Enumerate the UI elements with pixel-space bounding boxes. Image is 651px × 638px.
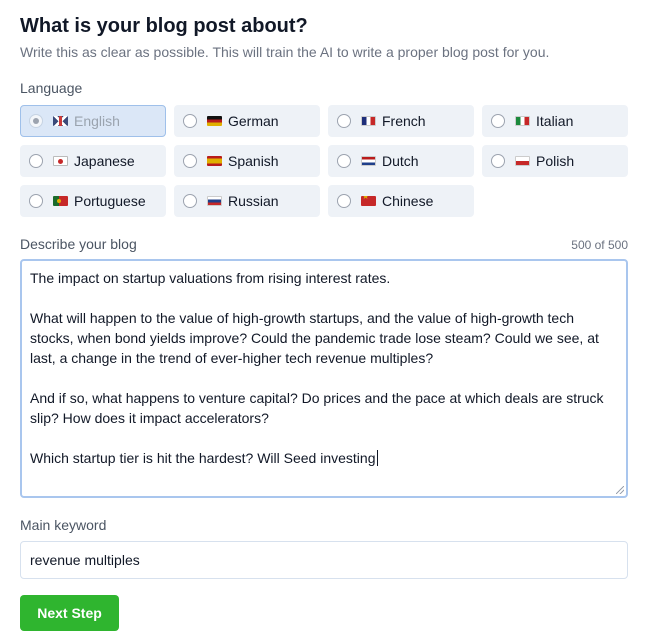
pl-flag-icon bbox=[515, 156, 530, 166]
language-option-japanese[interactable]: Japanese bbox=[20, 145, 166, 177]
language-options: English German French Italian Japanese S… bbox=[20, 105, 631, 217]
radio-icon[interactable] bbox=[337, 154, 351, 168]
radio-icon[interactable] bbox=[183, 194, 197, 208]
language-option-label: Italian bbox=[536, 113, 574, 129]
language-option-polish[interactable]: Polish bbox=[482, 145, 628, 177]
nl-flag-icon bbox=[361, 156, 376, 166]
language-option-english[interactable]: English bbox=[20, 105, 166, 137]
language-option-label: Russian bbox=[228, 193, 279, 209]
it-flag-icon bbox=[515, 116, 530, 126]
language-option-label: German bbox=[228, 113, 279, 129]
language-option-spanish[interactable]: Spanish bbox=[174, 145, 320, 177]
language-option-russian[interactable]: Russian bbox=[174, 185, 320, 217]
radio-icon[interactable] bbox=[29, 154, 43, 168]
keyword-label: Main keyword bbox=[20, 517, 107, 533]
language-option-portuguese[interactable]: Portuguese bbox=[20, 185, 166, 217]
description-text: The impact on startup valuations from ri… bbox=[30, 270, 604, 466]
blog-setup-form: What is your blog post about? Write this… bbox=[0, 0, 651, 631]
radio-icon[interactable] bbox=[29, 194, 43, 208]
radio-icon[interactable] bbox=[183, 154, 197, 168]
language-option-label: Chinese bbox=[382, 193, 434, 209]
keyword-input-value: revenue multiples bbox=[30, 552, 140, 568]
page-subtitle: Write this as clear as possible. This wi… bbox=[20, 44, 550, 60]
language-option-german[interactable]: German bbox=[174, 105, 320, 137]
language-label: Language bbox=[20, 80, 83, 96]
page-title: What is your blog post about? bbox=[20, 15, 308, 37]
radio-icon[interactable] bbox=[491, 114, 505, 128]
language-option-label: Japanese bbox=[74, 153, 135, 169]
language-option-label: Portuguese bbox=[74, 193, 146, 209]
language-option-french[interactable]: French bbox=[328, 105, 474, 137]
radio-icon[interactable] bbox=[337, 114, 351, 128]
description-label: Describe your blog bbox=[20, 236, 137, 252]
language-option-dutch[interactable]: Dutch bbox=[328, 145, 474, 177]
language-option-label: Polish bbox=[536, 153, 575, 169]
radio-icon[interactable] bbox=[337, 194, 351, 208]
character-counter: 500 of 500 bbox=[571, 238, 628, 252]
radio-selected-icon[interactable] bbox=[29, 114, 43, 128]
radio-icon[interactable] bbox=[491, 154, 505, 168]
resize-handle-icon[interactable] bbox=[616, 486, 624, 494]
de-flag-icon bbox=[207, 116, 222, 126]
gb-flag-icon bbox=[53, 116, 68, 126]
cn-flag-icon bbox=[361, 196, 376, 206]
keyword-input[interactable]: revenue multiples bbox=[20, 541, 628, 579]
description-header: Describe your blog 500 of 500 bbox=[20, 235, 628, 253]
pt-flag-icon bbox=[53, 196, 68, 206]
language-option-italian[interactable]: Italian bbox=[482, 105, 628, 137]
next-step-button[interactable]: Next Step bbox=[20, 595, 119, 631]
language-option-label: Dutch bbox=[382, 153, 419, 169]
language-option-label: English bbox=[74, 113, 120, 129]
es-flag-icon bbox=[207, 156, 222, 166]
language-option-chinese[interactable]: Chinese bbox=[328, 185, 474, 217]
language-option-label: Spanish bbox=[228, 153, 279, 169]
text-caret bbox=[376, 450, 378, 466]
fr-flag-icon bbox=[361, 116, 376, 126]
language-option-label: French bbox=[382, 113, 426, 129]
jp-flag-icon bbox=[53, 156, 68, 166]
ru-flag-icon bbox=[207, 196, 222, 206]
radio-icon[interactable] bbox=[183, 114, 197, 128]
description-textarea[interactable]: The impact on startup valuations from ri… bbox=[20, 259, 628, 498]
